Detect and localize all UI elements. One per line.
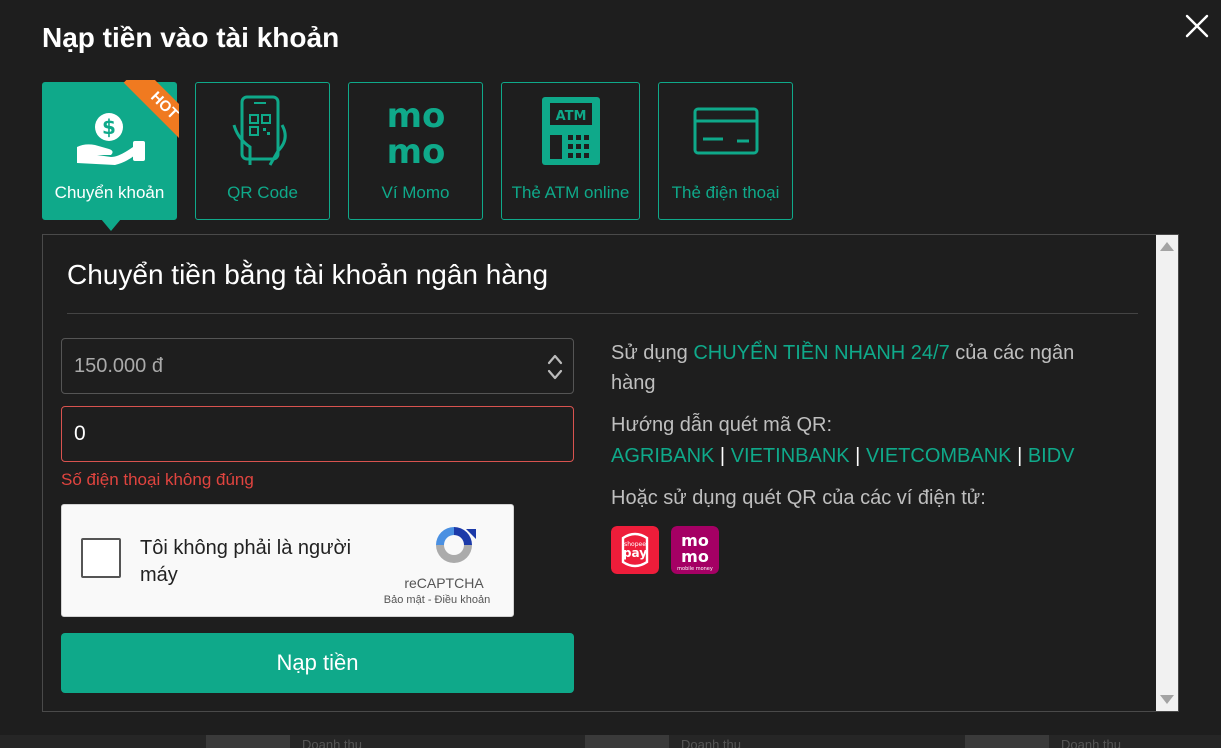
note-prefix: Sử dụng: [611, 342, 694, 364]
svg-text:mo: mo: [681, 547, 709, 566]
phone-error-message: Số điện thoại không đúng: [61, 470, 254, 489]
svg-text:mo: mo: [387, 96, 446, 136]
panel-scrollbar[interactable]: [1156, 235, 1178, 711]
background-thumbnail: [206, 735, 290, 748]
deposit-submit-button[interactable]: Nạp tiền: [61, 633, 574, 693]
tab-label: Thẻ ATM online: [511, 183, 630, 202]
privacy-link[interactable]: Bảo mật: [384, 594, 425, 606]
amount-value: 150.000 đ: [74, 355, 163, 377]
bank-separator: |: [855, 445, 861, 467]
divider: [67, 313, 1138, 314]
updown-chevron-icon: [547, 354, 563, 380]
tab-label: Ví Momo: [381, 183, 450, 202]
amount-select[interactable]: 150.000 đ: [61, 338, 574, 394]
background-thumbnail: [965, 735, 1049, 748]
svg-text:$: $: [102, 115, 116, 139]
terms-link[interactable]: Điều khoản: [435, 594, 491, 606]
bank-transfer-panel: Chuyển tiền bằng tài khoản ngân hàng 150…: [42, 234, 1179, 712]
bank-separator: |: [719, 445, 726, 467]
background-revenue-label: Doanh thu: [681, 737, 741, 748]
bank-link-bidv[interactable]: BIDV: [1028, 445, 1075, 467]
background-page-strip: Doanh thu Doanh thu Doanh thu: [0, 735, 1221, 748]
svg-text:ATM: ATM: [556, 109, 587, 124]
momo-wallet-icon[interactable]: mo mo mobile money: [671, 526, 719, 574]
ewallet-label: Hoặc sử dụng quét QR của các ví điện tử:: [611, 487, 986, 509]
qr-guide-label: Hướng dẫn quét mã QR:: [611, 414, 833, 436]
recaptcha-logo-icon: [436, 527, 476, 563]
recaptcha-widget: Tôi không phải là người máy reCAPTCHA Bả…: [61, 504, 514, 617]
close-icon[interactable]: [1183, 12, 1211, 40]
bank-link-vietinbank[interactable]: VIETINBANK: [731, 445, 850, 467]
fast-transfer-note: Sử dụng CHUYỂN TIỀN NHANH 24/7 của các n…: [611, 338, 1111, 398]
deposit-modal: Nạp tiền vào tài khoản $ Chuyển khoản HO…: [0, 0, 1221, 735]
fast-transfer-highlight: CHUYỂN TIỀN NHANH 24/7: [693, 342, 950, 364]
recaptcha-links: Bảo mật - Điều khoản: [362, 594, 512, 606]
phone-qr-icon: [232, 95, 287, 166]
panel-title: Chuyển tiền bằng tài khoản ngân hàng: [67, 259, 549, 290]
tab-chuyen-khoan[interactable]: $ Chuyển khoản HOT: [42, 80, 179, 231]
scroll-down-arrow-icon[interactable]: [1160, 695, 1174, 704]
background-revenue-label: Doanh thu: [1061, 737, 1121, 748]
tab-label: QR Code: [227, 183, 298, 202]
bank-link-agribank[interactable]: AGRIBANK: [611, 445, 714, 467]
tab-qr-code[interactable]: QR Code: [195, 82, 330, 220]
tab-label: Thẻ điện thoại: [671, 183, 780, 202]
card-icon: [693, 107, 759, 155]
bank-separator: |: [1017, 445, 1023, 467]
link-separator: -: [424, 594, 435, 606]
background-revenue-label: Doanh thu: [302, 737, 362, 748]
svg-text:pay: pay: [623, 546, 647, 560]
phone-input[interactable]: 0: [61, 406, 574, 462]
tab-the-dien-thoai[interactable]: Thẻ điện thoại: [658, 82, 793, 220]
recaptcha-brand: reCAPTCHA: [404, 575, 484, 591]
tab-vi-momo[interactable]: mo mo Ví Momo: [348, 82, 483, 220]
hot-badge: HOT: [115, 80, 179, 144]
atm-icon: ATM: [542, 97, 600, 165]
scroll-up-arrow-icon[interactable]: [1160, 242, 1174, 251]
recaptcha-label: Tôi không phải là người máy: [140, 537, 352, 586]
recaptcha-checkbox[interactable]: [81, 538, 121, 578]
tab-label: Chuyển khoản: [54, 183, 165, 202]
modal-title: Nạp tiền vào tài khoản: [42, 22, 340, 53]
svg-text:mo: mo: [387, 132, 446, 167]
bank-link-vietcombank[interactable]: VIETCOMBANK: [866, 445, 1012, 467]
svg-text:mobile money: mobile money: [677, 566, 713, 572]
bank-links: AGRIBANK | VIETINBANK | VIETCOMBANK | BI…: [611, 441, 1075, 471]
momo-icon: mo mo: [387, 96, 446, 167]
background-thumbnail: [585, 735, 669, 748]
shopeepay-icon[interactable]: shopee pay: [611, 526, 659, 574]
tab-the-atm-online[interactable]: ATM Thẻ ATM online: [501, 82, 640, 220]
